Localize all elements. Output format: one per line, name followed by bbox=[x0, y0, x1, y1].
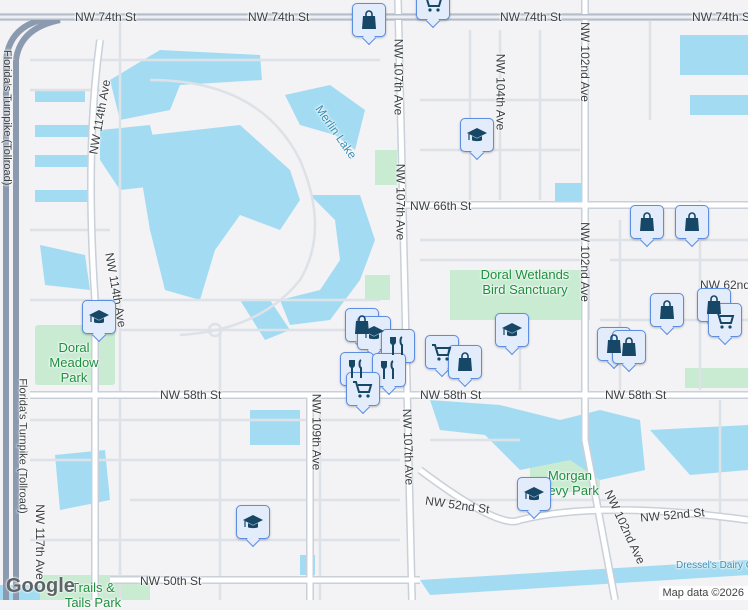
street-label: NW 74th St bbox=[248, 10, 309, 24]
school-icon bbox=[465, 123, 489, 147]
street-label: NW 66th St bbox=[410, 199, 471, 213]
street-label: NW 102nd Ave bbox=[578, 222, 592, 302]
cart-icon bbox=[421, 0, 445, 15]
street-label: NW 104th Ave bbox=[493, 54, 507, 131]
cart-pin[interactable] bbox=[346, 372, 380, 406]
school-icon bbox=[241, 510, 265, 534]
map-attribution[interactable]: Map data ©2026 bbox=[659, 586, 748, 600]
google-logo: Google bbox=[6, 575, 75, 598]
shop-pin[interactable] bbox=[612, 330, 646, 364]
school-icon bbox=[500, 318, 524, 342]
canal-label: Dressel's Dairy C bbox=[676, 560, 748, 571]
school-icon bbox=[87, 305, 111, 329]
shop-icon bbox=[357, 8, 381, 32]
street-label: NW 107th Ave bbox=[391, 39, 405, 116]
shop-icon bbox=[617, 335, 641, 359]
restaurant-icon bbox=[377, 358, 401, 382]
school-pin[interactable] bbox=[236, 505, 270, 539]
street-label: NW 74th St bbox=[500, 10, 561, 24]
street-label: NW 117th Ave bbox=[33, 504, 47, 580]
street-label: NW 107th Ave bbox=[400, 409, 417, 486]
school-pin[interactable] bbox=[517, 477, 551, 511]
highway-label: Florida's Turnpike (Tollroad) bbox=[1, 50, 13, 185]
shop-icon bbox=[655, 298, 679, 322]
street-label: NW 58th St bbox=[160, 388, 221, 402]
street-label: NW 74th St bbox=[75, 10, 136, 24]
street-label: NW 58th St bbox=[605, 388, 666, 402]
shop-icon bbox=[453, 350, 477, 374]
shop-pin[interactable] bbox=[675, 205, 709, 239]
shop-pin[interactable] bbox=[448, 345, 482, 379]
cart-pin[interactable] bbox=[416, 0, 450, 20]
street-label: NW 74th St bbox=[692, 10, 748, 24]
highway-label: Florida's Turnpike (Tollroad) bbox=[17, 378, 29, 513]
shop-pin[interactable] bbox=[650, 293, 684, 327]
park-label: Doral Wetlands Bird Sanctuary bbox=[470, 267, 580, 297]
school-pin[interactable] bbox=[82, 300, 116, 334]
cart-icon bbox=[713, 308, 737, 332]
school-pin[interactable] bbox=[495, 313, 529, 347]
cart-icon bbox=[430, 340, 454, 364]
street-label: NW 109th Ave bbox=[309, 394, 323, 471]
shop-icon bbox=[635, 210, 659, 234]
school-icon bbox=[362, 321, 386, 345]
shop-pin[interactable] bbox=[630, 205, 664, 239]
restaurant-icon bbox=[386, 334, 410, 358]
restaurant-pin[interactable] bbox=[372, 353, 406, 387]
street-label: NW 58th St bbox=[420, 388, 481, 402]
cart-icon bbox=[351, 377, 375, 401]
school-icon bbox=[522, 482, 546, 506]
street-label: NW 50th St bbox=[140, 574, 201, 588]
shop-icon bbox=[680, 210, 704, 234]
school-pin[interactable] bbox=[460, 118, 494, 152]
cart-pin[interactable] bbox=[708, 303, 742, 337]
shop-pin[interactable] bbox=[352, 3, 386, 37]
street-label: NW 102nd Ave bbox=[578, 22, 592, 102]
street-label: NW 107th Ave bbox=[393, 164, 407, 241]
park-label: Doral Meadow Park bbox=[38, 340, 110, 385]
